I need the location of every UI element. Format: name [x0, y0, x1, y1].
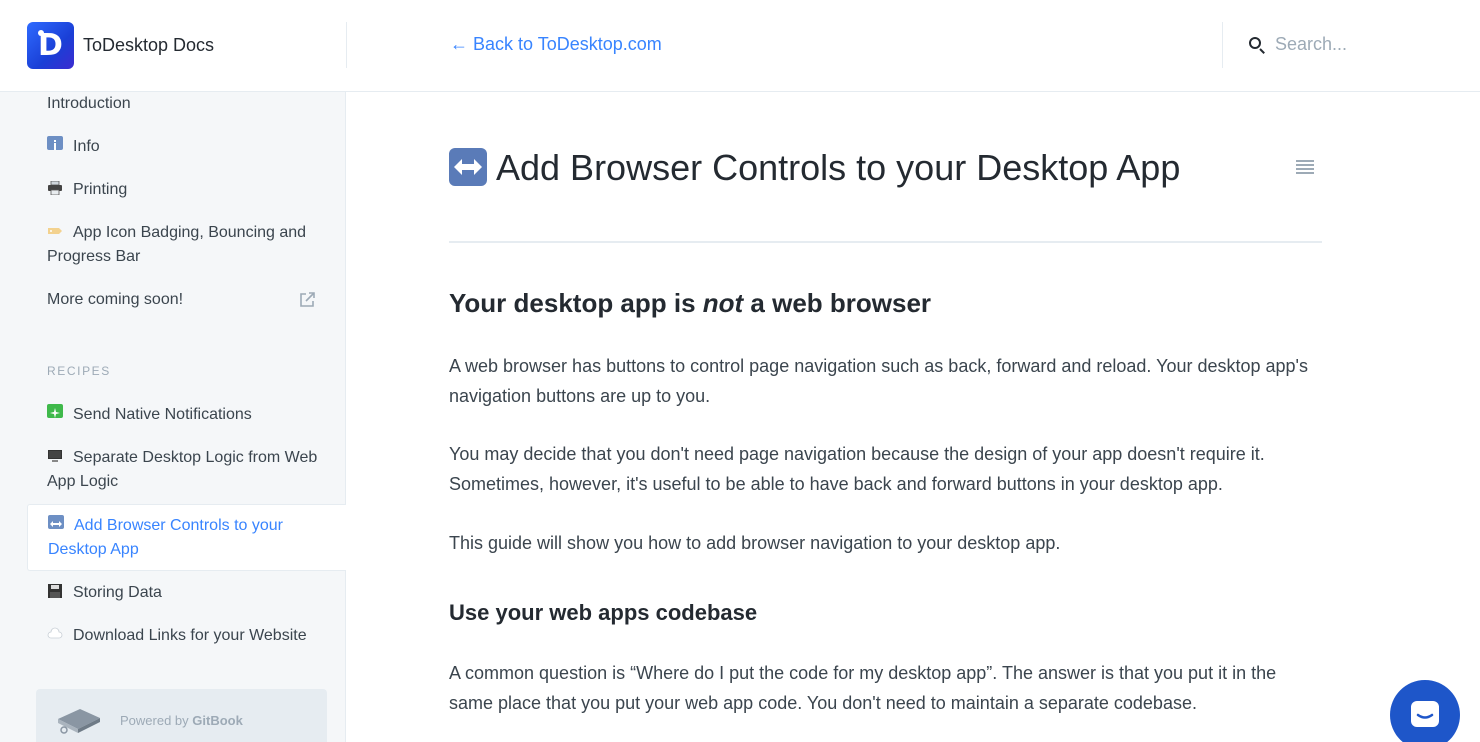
sidebar-item-label: Info	[73, 138, 100, 155]
header-divider	[1222, 22, 1223, 68]
top-header: D ToDesktop Docs ← Back to ToDesktop.com	[0, 0, 1480, 92]
label-tag-icon	[47, 222, 63, 236]
sidebar: Introduction Info Printing App Icon Badg…	[0, 92, 346, 742]
sidebar-item-more-coming-soon[interactable]: More coming soon!	[47, 288, 327, 312]
search-bar[interactable]	[1248, 34, 1475, 55]
table-of-contents-icon[interactable]	[1296, 160, 1314, 174]
todesktop-logo-icon: D	[27, 22, 74, 69]
external-link-icon	[300, 292, 315, 307]
chat-launcher-button[interactable]	[1390, 680, 1460, 742]
sidebar-item-add-browser-controls[interactable]: Add Browser Controls to your Desktop App	[27, 504, 346, 571]
search-input[interactable]	[1275, 34, 1475, 55]
paragraph: A common question is “Where do I put the…	[449, 663, 1277, 713]
sidebar-item-label: Introduction	[47, 95, 131, 112]
sidebar-item-storing-data[interactable]: Storing Data	[47, 581, 327, 605]
sidebar-item-label: Printing	[73, 181, 128, 198]
sidebar-item-send-native-notifications[interactable]: Send Native Notifications	[47, 403, 327, 427]
powered-by-gitbook[interactable]: Powered by GitBook	[36, 689, 327, 742]
section-heading: Your desktop app is not a web browser	[449, 288, 932, 318]
left-right-arrow-icon	[449, 148, 487, 186]
title-divider	[449, 241, 1322, 243]
sidebar-section-title: RECIPES	[47, 364, 111, 378]
monitor-icon	[47, 447, 63, 462]
sidebar-item-label: Send Native Notifications	[73, 406, 252, 423]
sidebar-item-label: Add Browser Controls to your Desktop App	[48, 517, 283, 558]
info-icon	[47, 136, 63, 150]
page-title: Add Browser Controls to your Desktop App	[496, 147, 1181, 188]
sidebar-item-label: More coming soon!	[47, 291, 184, 308]
sidebar-item-separate-desktop-logic[interactable]: Separate Desktop Logic from Web App Logi…	[47, 446, 327, 494]
sidebar-item-label: Storing Data	[73, 584, 162, 601]
chat-icon	[1411, 701, 1439, 727]
page-title-row: Add Browser Controls to your Desktop App	[449, 144, 1322, 194]
gitbook-book-icon	[58, 709, 100, 734]
sidebar-item-label: Download Links for your Website	[73, 627, 307, 644]
paragraph: This guide will show you how to add brow…	[449, 533, 1061, 553]
sidebar-item-download-links[interactable]: Download Links for your Website	[47, 624, 327, 648]
sidebar-item-app-icon-badging[interactable]: App Icon Badging, Bouncing and Progress …	[47, 221, 327, 269]
sparkle-plus-icon	[47, 404, 63, 418]
brand-link[interactable]: D ToDesktop Docs	[27, 22, 214, 69]
sidebar-item-introduction[interactable]: Introduction	[47, 92, 327, 116]
back-to-site-link[interactable]: ← Back to ToDesktop.com	[450, 34, 662, 55]
sidebar-item-info[interactable]: Info	[47, 135, 327, 159]
sidebar-item-label: App Icon Badging, Bouncing and Progress …	[47, 224, 307, 265]
logo-letter: D	[38, 28, 63, 63]
paragraph: A web browser has buttons to control pag…	[449, 356, 1308, 406]
search-icon	[1248, 36, 1266, 54]
paragraph: You may decide that you don't need page …	[449, 444, 1265, 494]
powered-by-text: Powered by GitBook	[120, 713, 243, 728]
header-divider	[346, 22, 347, 68]
printer-icon	[47, 179, 63, 196]
left-right-arrow-icon	[48, 515, 64, 529]
sidebar-item-label: Separate Desktop Logic from Web App Logi…	[47, 449, 318, 490]
sidebar-item-printing[interactable]: Printing	[47, 178, 327, 202]
floppy-disk-icon	[47, 582, 63, 598]
subsection-heading: Use your web apps codebase	[449, 600, 758, 625]
brand-name: ToDesktop Docs	[83, 35, 215, 55]
cloud-icon	[47, 625, 63, 639]
